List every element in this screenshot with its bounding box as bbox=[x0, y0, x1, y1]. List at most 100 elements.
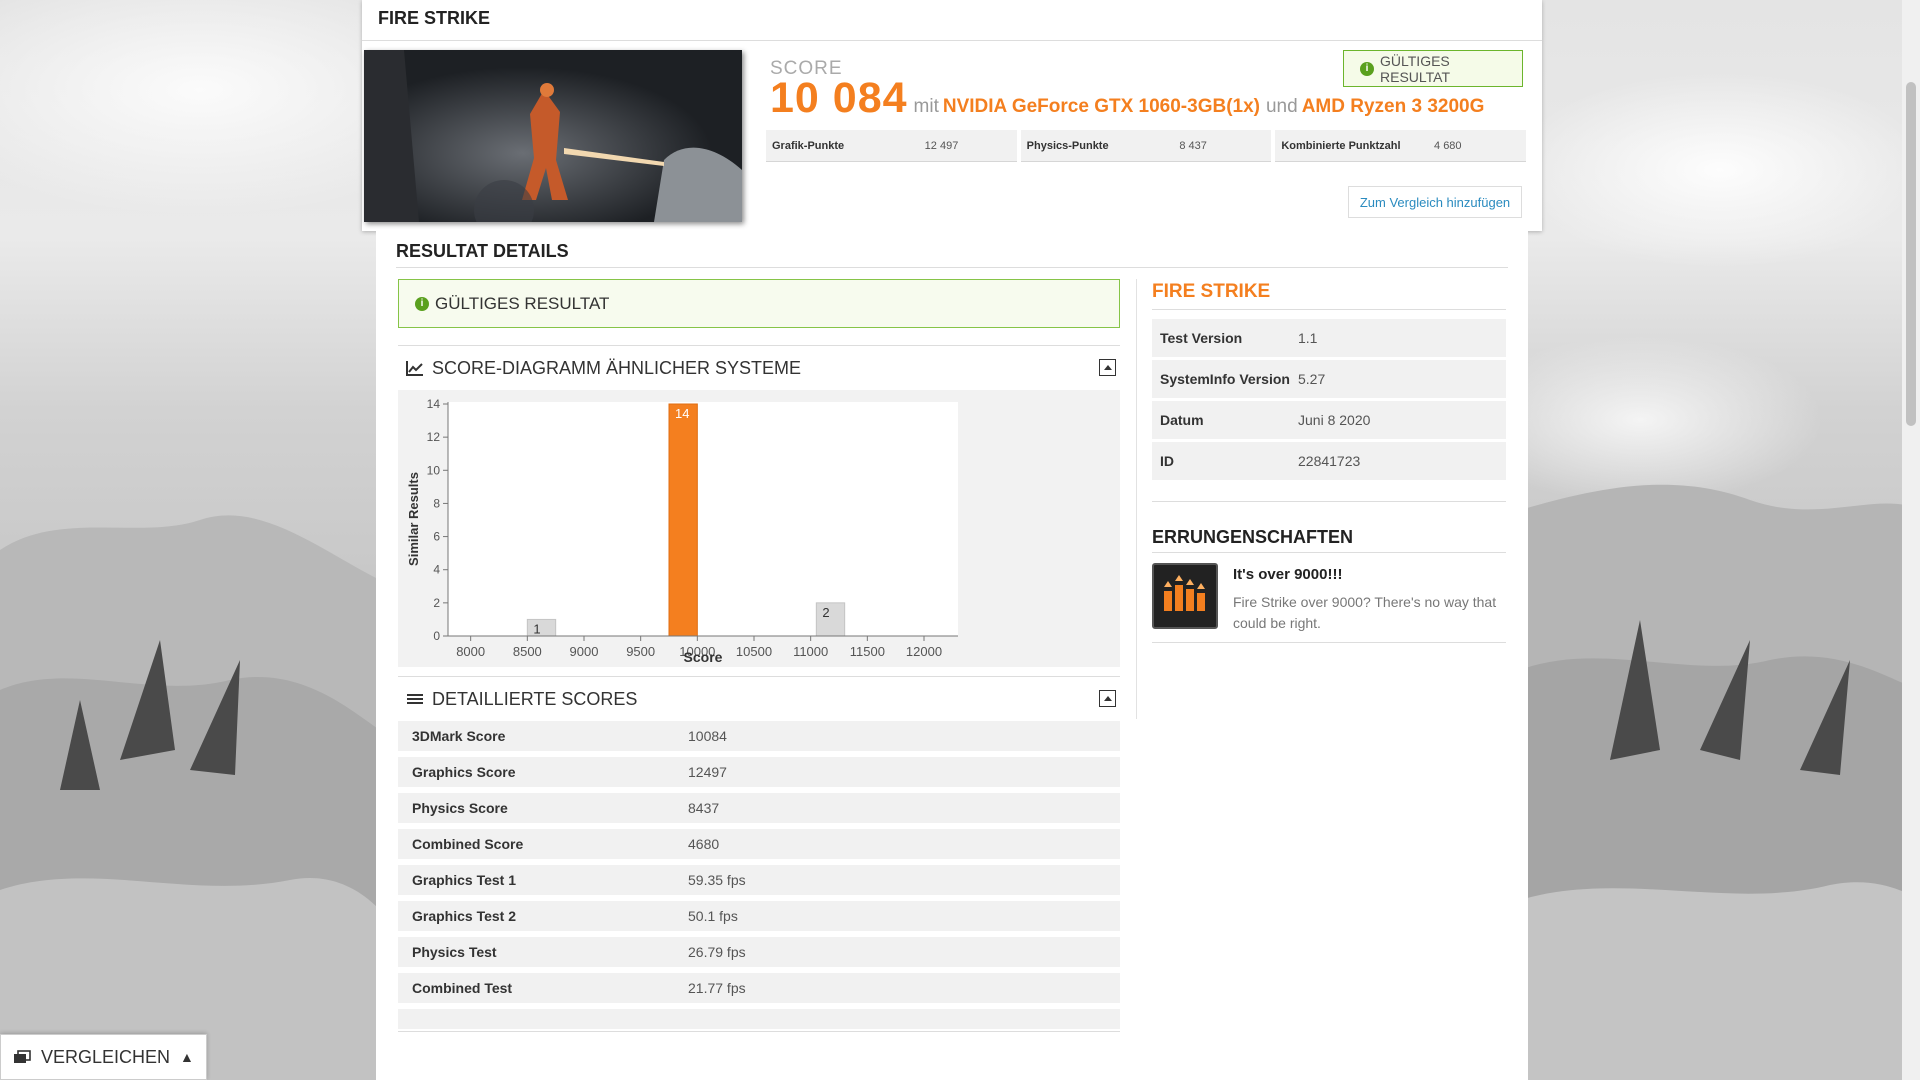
x-axis-title: Score bbox=[684, 649, 723, 665]
subscore-value: 4 680 bbox=[1434, 139, 1462, 152]
side-divider bbox=[1152, 309, 1506, 310]
benchmark-thumbnail[interactable] bbox=[364, 50, 742, 222]
y-tick-label: 2 bbox=[433, 596, 440, 610]
benchmark-title: FIRE STRIKE bbox=[378, 8, 491, 28]
info-row: SystemInfo Version 5.27 bbox=[1152, 360, 1506, 398]
scrollbar-thumb[interactable] bbox=[1906, 82, 1916, 426]
valid-result-box-label: GÜLTIGES RESULTAT bbox=[435, 293, 610, 313]
side-benchmark-title: FIRE STRIKE bbox=[1152, 281, 1271, 302]
info-row: ID 22841723 bbox=[1152, 442, 1506, 480]
header-divider bbox=[362, 40, 1542, 41]
score-diagram-chart: 0 2 4 6 8 10 12 14 8000 8500 9000 9500 10000 10500 11… bbox=[398, 390, 1120, 667]
score-diagram-title: SCORE-DIAGRAMM ÄHNLICHER SYSTEME bbox=[432, 357, 802, 378]
cpu-link[interactable]: AMD Ryzen 3 3200G bbox=[1302, 96, 1485, 117]
detailed-scores-title: DETAILLIERTE SCORES bbox=[432, 688, 638, 709]
info-value: Juni 8 2020 bbox=[1298, 412, 1371, 428]
score-label: Graphics Score bbox=[412, 764, 516, 780]
detailed-scores-header[interactable]: DETAILLIERTE SCORES bbox=[398, 676, 1120, 722]
table-row: Physics Test 26.79 fps bbox=[398, 937, 1120, 967]
table-row: 3DMark Score 10084 bbox=[398, 721, 1120, 751]
table-row: Physics Score 8437 bbox=[398, 793, 1120, 823]
info-value: 22841723 bbox=[1298, 453, 1361, 469]
histogram-bar bbox=[526, 618, 557, 637]
subscore-value: 8 437 bbox=[1179, 139, 1207, 152]
column-divider bbox=[1136, 279, 1137, 719]
collapse-icon[interactable] bbox=[1099, 359, 1116, 376]
achievement-description: Fire Strike over 9000? There's no way th… bbox=[1233, 594, 1497, 631]
table-row-empty bbox=[398, 1009, 1120, 1029]
y-tick-label: 8 bbox=[433, 496, 440, 510]
chevron-up-icon: ▲ bbox=[180, 1049, 194, 1065]
score-histogram: 02468101214 8000 8500 9000 9500 10000 10500 11… bbox=[406, 397, 958, 665]
table-row: Combined Score 4680 bbox=[398, 829, 1120, 859]
result-header-card: FIRE STRIKE SCORE 10 084 mit NVIDIA GeForc… bbox=[362, 0, 1542, 231]
info-icon: i bbox=[1360, 61, 1374, 76]
x-tick-label: 10500 bbox=[736, 644, 772, 659]
valid-result-badge: i GÜLTIGES RESULTAT bbox=[1343, 50, 1523, 87]
achievements-title: ERRUNGENSCHAFTEN bbox=[1152, 527, 1354, 547]
compare-bar-toggle[interactable]: VERGLEICHEN ▲ bbox=[0, 1034, 207, 1080]
score-label: Combined Test bbox=[412, 980, 513, 996]
y-tick-label: 14 bbox=[427, 397, 441, 411]
achievement-icon[interactable] bbox=[1152, 563, 1218, 629]
achievement-divider bbox=[1152, 642, 1506, 643]
score-label: Physics Test bbox=[412, 944, 497, 960]
table-row: Graphics Test 2 50.1 fps bbox=[398, 901, 1120, 931]
subscore-physics: Physics-Punkte 8 437 bbox=[1020, 130, 1272, 162]
compare-bar-label: VERGLEICHEN bbox=[41, 1046, 171, 1067]
compare-icon bbox=[14, 1050, 31, 1063]
table-bottom-divider bbox=[398, 1031, 1120, 1032]
score-value: 50.1 fps bbox=[688, 908, 738, 924]
score-value: 10084 bbox=[688, 728, 727, 744]
plot-background bbox=[448, 402, 958, 636]
background-rocks-right bbox=[1520, 484, 1920, 1080]
y-tick-label: 0 bbox=[433, 629, 440, 643]
line-chart-icon bbox=[406, 361, 423, 376]
info-row: Test Version 1.1 bbox=[1152, 319, 1506, 357]
subscore-combined: Kombinierte Punktzahl 4 680 bbox=[1275, 130, 1527, 162]
info-bottom-divider bbox=[1152, 501, 1506, 502]
subscore-label: Kombinierte Punktzahl bbox=[1281, 139, 1401, 152]
valid-result-badge-label: GÜLTIGES RESULTAT bbox=[1380, 52, 1451, 85]
page-scrollbar[interactable] bbox=[1902, 0, 1920, 1080]
bar-value-label: 1 bbox=[533, 621, 540, 636]
histogram-bar bbox=[815, 602, 846, 637]
table-row: Combined Test 21.77 fps bbox=[398, 973, 1120, 1003]
bar-value-label: 14 bbox=[675, 406, 689, 421]
info-icon: i bbox=[415, 296, 429, 311]
y-tick-label: 12 bbox=[427, 430, 441, 444]
score-value: 4680 bbox=[688, 836, 720, 852]
add-to-compare-button[interactable]: Zum Vergleich hinzufügen bbox=[1348, 186, 1522, 218]
table-row: Graphics Test 1 59.35 fps bbox=[398, 865, 1120, 895]
table-row: Graphics Score 12497 bbox=[398, 757, 1120, 787]
subscore-graphics: Grafik-Punkte 12 497 bbox=[766, 130, 1017, 162]
subscores-bar: Grafik-Punkte 12 497 Physics-Punkte 8 43… bbox=[766, 130, 1527, 162]
score-diagram-header[interactable]: SCORE-DIAGRAMM ÄHNLICHER SYSTEME bbox=[398, 345, 1120, 391]
info-value: 5.27 bbox=[1298, 371, 1326, 387]
y-tick-label: 6 bbox=[433, 530, 440, 544]
info-label: Test Version bbox=[1160, 330, 1243, 346]
x-tick-label: 12000 bbox=[906, 644, 942, 659]
connector-text: und bbox=[1265, 96, 1298, 117]
subscore-label: Grafik-Punkte bbox=[772, 139, 845, 152]
score-value: 59.35 fps bbox=[688, 872, 746, 888]
info-row: Datum Juni 8 2020 bbox=[1152, 401, 1506, 439]
y-tick-label: 10 bbox=[427, 463, 441, 477]
score-label: Combined Score bbox=[412, 836, 524, 852]
valid-result-box: i GÜLTIGES RESULTAT bbox=[398, 279, 1120, 328]
gpu-link[interactable]: NVIDIA GeForce GTX 1060-3GB(1x) bbox=[943, 96, 1260, 117]
fire-strike-artwork bbox=[364, 50, 742, 222]
info-label: ID bbox=[1160, 453, 1174, 469]
x-tick-label: 8000 bbox=[456, 644, 485, 659]
collapse-icon[interactable] bbox=[1099, 690, 1116, 707]
achievement-name: It's over 9000!!! bbox=[1233, 566, 1343, 583]
result-details-panel: RESULTAT DETAILS i GÜLTIGES RESULTAT SCO… bbox=[376, 231, 1528, 1080]
score-value: 26.79 fps bbox=[688, 944, 746, 960]
x-tick-label: 11000 bbox=[793, 644, 828, 659]
score-label: 3DMark Score bbox=[412, 728, 506, 744]
background-rocks-left bbox=[0, 515, 380, 1080]
subscore-value: 12 497 bbox=[924, 139, 959, 152]
score-value: 8437 bbox=[688, 800, 720, 816]
y-tick-label: 4 bbox=[433, 563, 440, 577]
bar-value-label: 2 bbox=[822, 605, 829, 620]
